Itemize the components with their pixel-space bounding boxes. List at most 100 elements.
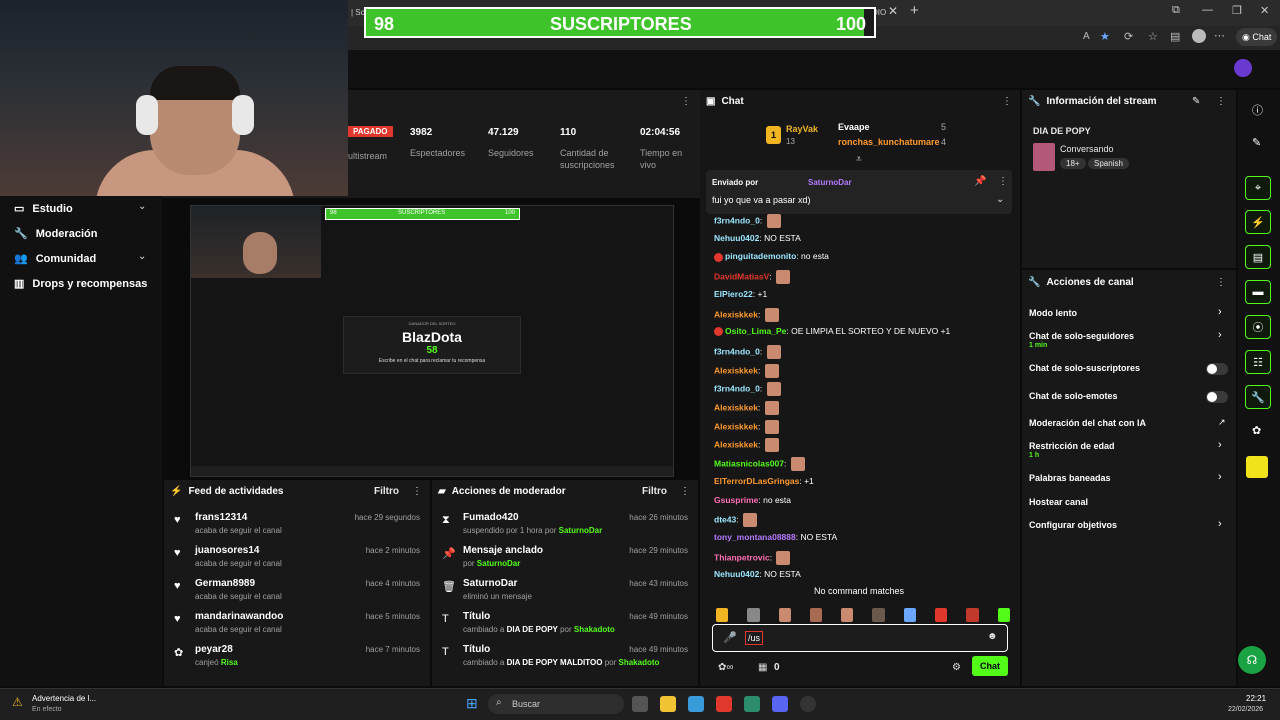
chat-username[interactable]: tony_montana08888: [714, 532, 796, 542]
obs-icon[interactable]: [800, 696, 816, 712]
channel-action-6[interactable]: Palabras baneadas: [1029, 473, 1111, 483]
file-explorer-icon[interactable]: [660, 696, 676, 712]
chevron-down-icon[interactable]: ⌄: [138, 201, 146, 212]
favorite-star-icon[interactable]: ★: [1100, 30, 1110, 43]
chat-username[interactable]: Alexiskkek: [714, 440, 758, 450]
nav-item-moderacion[interactable]: 🔧 Moderación: [14, 227, 97, 241]
activity-user[interactable]: frans12314: [195, 512, 247, 523]
external-link-icon[interactable]: ↗: [1218, 417, 1226, 428]
emote-icon[interactable]: [809, 608, 823, 622]
new-tab-button[interactable]: +: [910, 2, 919, 19]
activity-menu-icon[interactable]: ⋮: [412, 486, 422, 497]
chat-username[interactable]: Matiasnicolas007: [714, 458, 784, 468]
channel-action-4[interactable]: Moderación del chat con IA: [1029, 418, 1146, 428]
edge-icon[interactable]: [688, 696, 704, 712]
chat-username[interactable]: Alexiskkek: [714, 365, 758, 375]
chat-username[interactable]: f3rn4ndo_0: [714, 384, 760, 394]
chevron-right-icon[interactable]: ›: [1218, 306, 1222, 318]
more-menu-icon[interactable]: ⋯: [1214, 29, 1225, 42]
emote-icon[interactable]: [997, 608, 1010, 622]
chat-username[interactable]: dte43: [714, 514, 736, 524]
chat-menu-icon[interactable]: ⋮: [1002, 96, 1012, 107]
user-avatar[interactable]: [1234, 59, 1252, 77]
document-tool-icon[interactable]: ▤: [1245, 245, 1271, 269]
chat-username[interactable]: f3rn4ndo_0: [714, 346, 760, 356]
layout-tool-icon[interactable]: ☷: [1245, 350, 1271, 374]
tab-actions-icon[interactable]: ⧉: [1172, 4, 1180, 17]
share-icon[interactable]: ✿: [1252, 424, 1261, 437]
nav-item-estudio[interactable]: ▭ Estudio: [14, 202, 73, 216]
nav-item-comunidad[interactable]: 👥 Comunidad: [14, 252, 96, 266]
chat-username[interactable]: pinguitademonito: [725, 251, 796, 261]
microphone-icon[interactable]: 🎤: [723, 631, 737, 644]
extension-icon[interactable]: ⟳: [1124, 30, 1133, 43]
chat-username[interactable]: ElTerrorDLasGringas: [714, 476, 799, 486]
browser-icon[interactable]: [744, 696, 760, 712]
info-menu-icon[interactable]: ⋮: [1216, 96, 1226, 107]
chevron-right-icon[interactable]: ›: [1218, 518, 1222, 530]
mod-detail-user[interactable]: SaturnoDar: [559, 526, 603, 535]
activity-user[interactable]: German8989: [195, 578, 255, 589]
emote-icon[interactable]: [778, 608, 791, 622]
chat-username[interactable]: ElPiero22: [714, 289, 753, 299]
channel-action-1[interactable]: Chat de solo-seguidores: [1029, 331, 1134, 341]
actions-menu-icon[interactable]: ⋮: [1216, 277, 1226, 288]
wrench-tool-icon[interactable]: 🔧: [1245, 385, 1271, 409]
pencil-icon[interactable]: ✎: [1252, 136, 1261, 149]
emote-icon[interactable]: [747, 608, 760, 622]
activity-user[interactable]: peyar28: [195, 644, 233, 655]
emote-icon[interactable]: [872, 608, 885, 622]
channel-action-8[interactable]: Configurar objetivos: [1029, 520, 1117, 530]
toggle-switch[interactable]: [1206, 391, 1228, 403]
emote-icon[interactable]: [716, 608, 729, 622]
collapse-icon[interactable]: ⩡: [856, 154, 862, 165]
stream-preview-player[interactable]: 98 SUSCRIPTORES 100 GANADOR DEL SORTEO B…: [190, 205, 674, 477]
chat-username[interactable]: Alexiskkek: [714, 421, 758, 431]
channel-action-3[interactable]: Chat de solo-emotes: [1029, 391, 1118, 401]
category-name[interactable]: Conversando: [1060, 144, 1114, 154]
channel-action-7[interactable]: Hostear canal: [1029, 497, 1088, 507]
emote-icon[interactable]: [903, 608, 917, 622]
activity-filter-button[interactable]: Filtro: [374, 486, 399, 497]
channel-action-5[interactable]: Restricción de edad: [1029, 441, 1115, 451]
nav-item-drops[interactable]: ▥ Drops y recompensas: [14, 277, 147, 291]
chat-username[interactable]: Alexiskkek: [714, 402, 758, 412]
windows-start-icon[interactable]: ⊞: [466, 695, 478, 712]
close-window-icon[interactable]: ✕: [1260, 4, 1269, 17]
emote-icon[interactable]: [935, 608, 948, 622]
chevron-down-icon[interactable]: ⌄: [996, 194, 1004, 205]
pinned-menu-icon[interactable]: ⋮: [998, 176, 1008, 187]
chat-username[interactable]: Nehuu0402: [714, 233, 759, 243]
points-icon[interactable]: ✿∞: [718, 662, 734, 673]
chat-username[interactable]: Alexiskkek: [714, 309, 758, 319]
broadcast-tool-icon[interactable]: ⦿: [1245, 315, 1271, 339]
activity-user[interactable]: juanosores14: [195, 545, 259, 556]
gift-icon[interactable]: ▦: [758, 662, 767, 673]
chat-input[interactable]: 🎤 /us ☻: [712, 624, 1008, 652]
chat-input-value[interactable]: /us: [745, 631, 764, 645]
read-aloud-icon[interactable]: A: [1083, 31, 1090, 42]
mod-detail-user[interactable]: SaturnoDar: [477, 559, 521, 568]
minimize-icon[interactable]: —: [1202, 4, 1213, 16]
top-supporter-2[interactable]: Evaape: [838, 122, 870, 132]
mod-filter-button[interactable]: Filtro: [642, 486, 667, 497]
task-view-icon[interactable]: [632, 696, 648, 712]
gift-tool-icon[interactable]: [1246, 456, 1268, 478]
capture-tool-icon[interactable]: ⌖: [1245, 176, 1271, 200]
pinned-user[interactable]: SaturnoDar: [808, 178, 852, 187]
copilot-chat-button[interactable]: ◉ Chat: [1236, 28, 1278, 46]
stats-menu-icon[interactable]: ⋮: [681, 96, 691, 107]
chat-settings-icon[interactable]: ⚙: [952, 662, 961, 673]
tab-close-icon[interactable]: ✕: [888, 4, 898, 18]
emote-icon[interactable]: [841, 608, 854, 622]
taskbar-search[interactable]: ⌕ Buscar: [488, 694, 624, 714]
chevron-down-icon[interactable]: ⌄: [138, 251, 146, 262]
chat-username[interactable]: Gsusprime: [714, 495, 758, 505]
mod-detail-user[interactable]: Shakadoto: [619, 658, 660, 667]
chevron-right-icon[interactable]: ›: [1218, 439, 1222, 451]
pin-icon[interactable]: 📌: [974, 176, 986, 187]
mod-detail-user[interactable]: Shakadoto: [574, 625, 615, 634]
bolt-tool-icon[interactable]: ⚡: [1245, 210, 1271, 234]
chat-tool-icon[interactable]: ▬: [1245, 280, 1271, 304]
chat-username[interactable]: f3rn4ndo_0: [714, 215, 760, 225]
